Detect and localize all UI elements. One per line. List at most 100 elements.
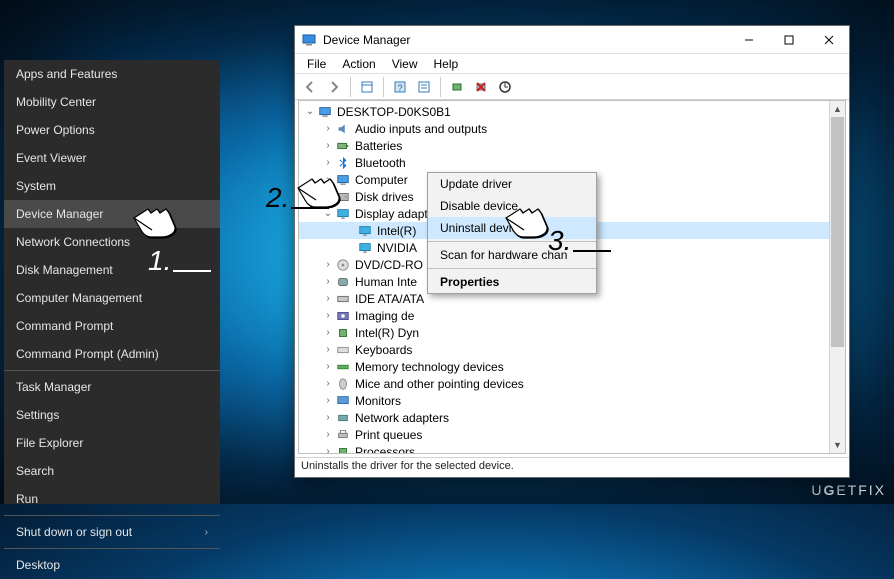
keyboard-icon — [335, 342, 351, 358]
monitor-icon — [335, 393, 351, 409]
tree-node[interactable]: ›Bluetooth — [299, 154, 829, 171]
tree-node[interactable]: ›Imaging de — [299, 307, 829, 324]
scrollbar[interactable]: ▲ ▼ — [829, 101, 845, 453]
winx-separator — [4, 515, 220, 516]
winx-item-label: Power Options — [16, 123, 95, 137]
tree-node-label: Human Inte — [355, 275, 417, 289]
tree-node[interactable]: ›Processors — [299, 443, 829, 453]
winx-item-settings[interactable]: Settings — [4, 401, 220, 429]
winx-item-label: Apps and Features — [16, 67, 117, 81]
toolbar-forward-button[interactable] — [323, 76, 345, 98]
window-title: Device Manager — [323, 33, 729, 47]
winx-item-run[interactable]: Run — [4, 485, 220, 513]
tree-node-label: Disk drives — [355, 190, 414, 204]
winx-item-computer-management[interactable]: Computer Management — [4, 284, 220, 312]
tree-node-label: DVD/CD-RO — [355, 258, 423, 272]
toolbar-back-button[interactable] — [299, 76, 321, 98]
watermark: UGETFIX — [811, 482, 886, 498]
scroll-up-button[interactable]: ▲ — [830, 101, 845, 117]
tree-node[interactable]: ›Batteries — [299, 137, 829, 154]
winx-item-command-prompt[interactable]: Command Prompt — [4, 312, 220, 340]
tree-node-label: IDE ATA/ATA — [355, 292, 424, 306]
tree-node[interactable]: › Print queues — [299, 426, 829, 443]
close-button[interactable] — [809, 26, 849, 54]
ctx-properties[interactable]: Properties — [428, 271, 596, 293]
winx-separator — [4, 548, 220, 549]
winx-item-label: System — [16, 179, 56, 193]
expand-icon: › — [321, 344, 335, 355]
tree-node-label: Print queues — [355, 428, 422, 442]
winx-item-search[interactable]: Search — [4, 457, 220, 485]
annotation-step3: 3. — [548, 225, 611, 258]
winx-item-label: Device Manager — [16, 207, 103, 221]
winx-item-label: Task Manager — [16, 380, 91, 394]
expand-icon: › — [321, 412, 335, 423]
winx-item-shut-down-or-sign-out[interactable]: Shut down or sign out› — [4, 518, 220, 546]
menu-help[interactable]: Help — [426, 56, 467, 72]
tree-node[interactable]: ›Memory technology devices — [299, 358, 829, 375]
winx-item-command-prompt-admin-[interactable]: Command Prompt (Admin) — [4, 340, 220, 368]
svg-text:?: ? — [397, 83, 402, 93]
computer-icon — [317, 104, 333, 120]
ctx-disable-device[interactable]: Disable device — [428, 195, 596, 217]
winx-item-label: Desktop — [16, 558, 60, 572]
expand-icon: › — [321, 259, 335, 270]
tree-node-label: DESKTOP-D0KS0B1 — [337, 105, 451, 119]
imaging-icon — [335, 308, 351, 324]
maximize-button[interactable] — [769, 26, 809, 54]
winx-item-device-manager[interactable]: Device Manager — [4, 200, 220, 228]
winx-item-apps-and-features[interactable]: Apps and Features — [4, 60, 220, 88]
tree-node-label: Network adapters — [355, 411, 449, 425]
winx-item-label: Command Prompt (Admin) — [16, 347, 159, 361]
ide-icon — [335, 291, 351, 307]
print-icon — [335, 427, 351, 443]
expand-icon: › — [321, 327, 335, 338]
toolbar-scan-button[interactable] — [494, 76, 516, 98]
toolbar-help-button[interactable]: ? — [389, 76, 411, 98]
winx-item-file-explorer[interactable]: File Explorer — [4, 429, 220, 457]
winx-item-event-viewer[interactable]: Event Viewer — [4, 144, 220, 172]
tree-node[interactable]: ›Audio inputs and outputs — [299, 120, 829, 137]
tree-node[interactable]: ›Mice and other pointing devices — [299, 375, 829, 392]
minimize-button[interactable] — [729, 26, 769, 54]
tree-node[interactable]: ⌄DESKTOP-D0KS0B1 — [299, 103, 829, 120]
tree-node[interactable]: ›Intel(R) Dyn — [299, 324, 829, 341]
toolbar-properties-button[interactable] — [413, 76, 435, 98]
expand-icon: › — [321, 429, 335, 440]
tree-node[interactable]: ›Monitors — [299, 392, 829, 409]
scroll-down-button[interactable]: ▼ — [830, 437, 845, 453]
hid-icon — [335, 274, 351, 290]
annotation-step2: 2. — [266, 182, 329, 215]
menu-file[interactable]: File — [299, 56, 334, 72]
winx-item-label: Search — [16, 464, 54, 478]
ctx-update-driver[interactable]: Update driver — [428, 173, 596, 195]
tree-node[interactable]: › Network adapters — [299, 409, 829, 426]
tree-node-label: Audio inputs and outputs — [355, 122, 487, 136]
winx-item-desktop[interactable]: Desktop — [4, 551, 220, 579]
menu-view[interactable]: View — [384, 56, 426, 72]
winx-item-label: Settings — [16, 408, 59, 422]
expand-icon: › — [321, 310, 335, 321]
chevron-right-icon: › — [205, 527, 208, 538]
tree-node-label: Computer — [355, 173, 408, 187]
toolbar-uninstall-button[interactable] — [470, 76, 492, 98]
tree-node[interactable]: ›Keyboards — [299, 341, 829, 358]
winx-item-power-options[interactable]: Power Options — [4, 116, 220, 144]
scroll-thumb[interactable] — [831, 117, 844, 347]
toolbar-show-button[interactable] — [356, 76, 378, 98]
menu-action[interactable]: Action — [334, 56, 383, 72]
expand-icon: › — [321, 446, 335, 453]
tree-node-label: Mice and other pointing devices — [355, 377, 524, 391]
dvd-icon — [335, 257, 351, 273]
winx-item-task-manager[interactable]: Task Manager — [4, 373, 220, 401]
winx-item-label: Command Prompt — [16, 319, 113, 333]
ctx-separator — [428, 268, 596, 269]
titlebar[interactable]: Device Manager — [295, 26, 849, 54]
expand-icon: › — [321, 140, 335, 151]
toolbar: ? — [295, 74, 849, 100]
winx-item-label: Network Connections — [16, 235, 130, 249]
toolbar-update-button[interactable] — [446, 76, 468, 98]
winx-item-mobility-center[interactable]: Mobility Center — [4, 88, 220, 116]
winx-item-system[interactable]: System — [4, 172, 220, 200]
bluetooth-icon — [335, 155, 351, 171]
